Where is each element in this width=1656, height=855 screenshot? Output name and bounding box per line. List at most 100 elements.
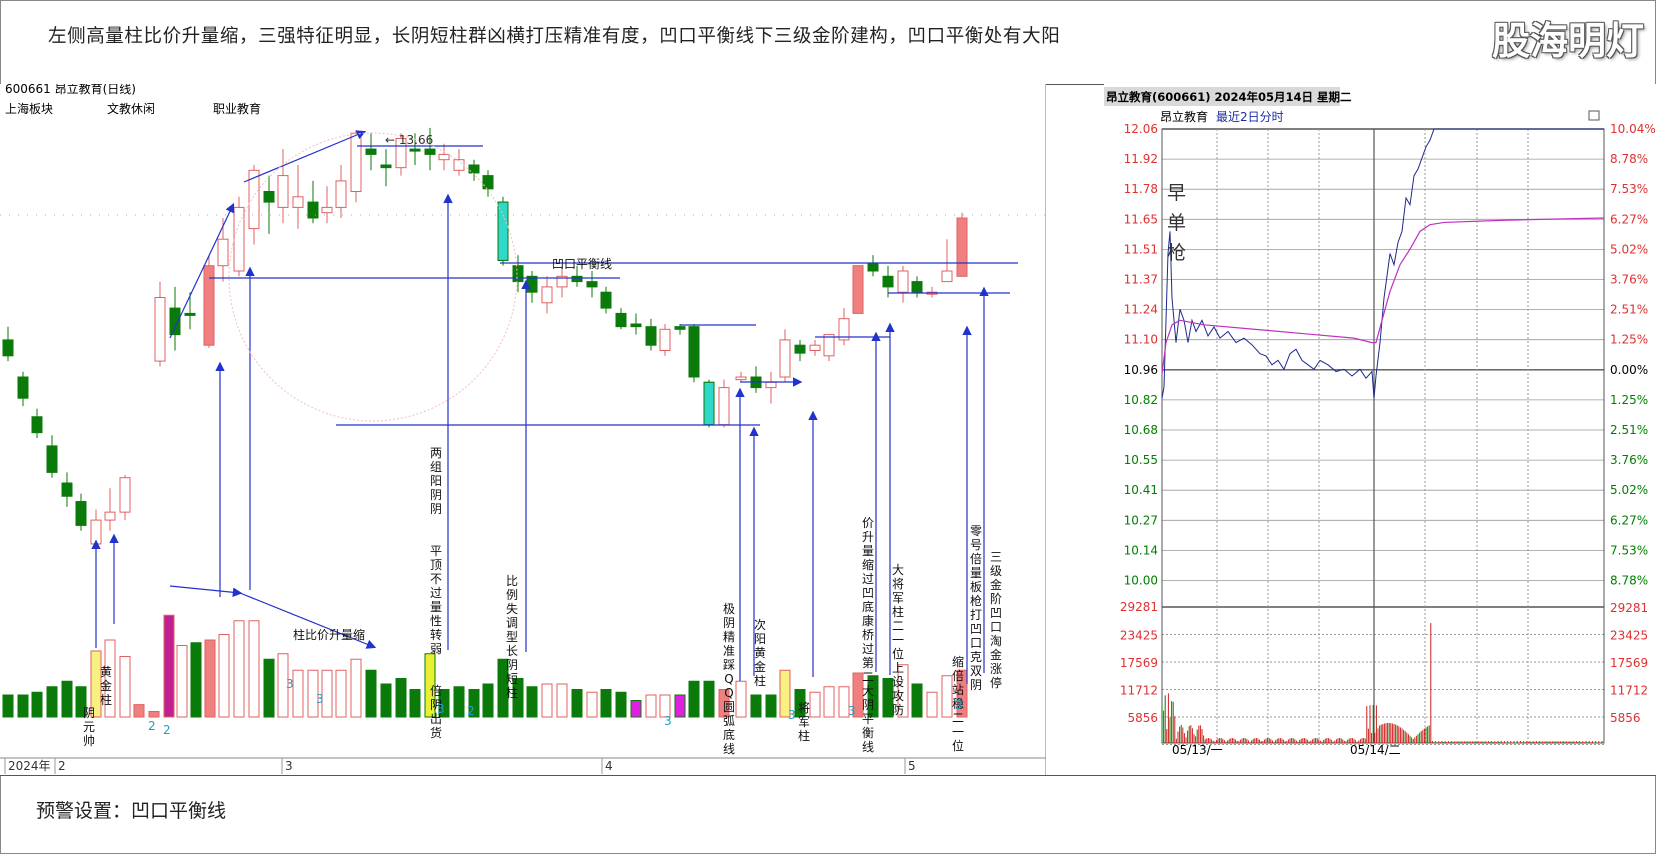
footer: 预警设置：凹口平衡线	[0, 775, 1656, 855]
intraday-pct-label: 1.25%	[1610, 393, 1648, 407]
annotation-da-jiang-char: 设	[892, 675, 904, 689]
intraday-price-label: 10.96	[1124, 363, 1158, 377]
candle-body	[263, 191, 275, 203]
annotation-jia-sheng-char: 缩	[862, 557, 874, 572]
intraday-pct-label: 3.76%	[1610, 273, 1648, 287]
candle-body	[409, 148, 421, 152]
annotation-ji-yin-char: 踩	[723, 658, 735, 672]
annotation-bi-li-char: 型	[506, 630, 518, 644]
volume-marker: 3	[955, 698, 963, 712]
volume-marker: 2	[467, 704, 475, 718]
annotation-da-jiang-char: 上	[892, 661, 904, 675]
candle-body	[61, 482, 73, 497]
candle-body	[765, 381, 777, 389]
intraday-pct-label: 7.53%	[1610, 543, 1648, 557]
candle-body	[630, 323, 642, 328]
annotation-huang-jin-char: 金	[100, 678, 112, 693]
intraday-vol-label-left: 11712	[1120, 684, 1158, 698]
annotation-da-jiang-char: 一	[892, 633, 904, 647]
candle-body	[882, 275, 894, 288]
volume-bar	[409, 689, 421, 718]
alert-setting-text: 预警设置：凹口平衡线	[36, 800, 227, 822]
annotation-liang-zu: 两组阳阴阴	[430, 446, 442, 516]
annotation-jia-sheng-char: 量	[862, 544, 874, 558]
annotation-ji-yin-char: 极	[723, 602, 735, 616]
date-label: 3	[285, 759, 293, 773]
annotation-suo-bei-char: 位	[952, 738, 964, 753]
candle-body	[512, 265, 524, 283]
annotation-san-ji-char: 金	[990, 647, 1002, 662]
annotation-jia-sheng-char: 二	[862, 670, 874, 684]
intraday-chart[interactable]: 昂立教育(600661) 2024年05月14日 星期二 昂立教育 最近2日分时…	[1104, 84, 1656, 775]
volume-bar	[809, 691, 821, 718]
intraday-vol-label-right: 5856	[1610, 711, 1641, 725]
candle-body	[794, 344, 806, 354]
intraday-price-label: 10.68	[1124, 423, 1158, 437]
volume-bar	[645, 694, 657, 718]
annotation-ling-hao-char: 号	[970, 538, 982, 552]
annotation-ji-yin-char: Q	[724, 686, 733, 700]
daily-kline-chart[interactable]: 600661 昂立教育(日线) 上海板块 文教休闲 职业教育 14.0013.5…	[0, 84, 1046, 775]
annotation-yin-yuan-shuai-char: 帅	[83, 734, 95, 748]
annotation-ling-hao-char: 枪	[970, 593, 982, 608]
annotation-san-ji-char: 三	[990, 550, 1002, 564]
annotation-ping-ding-char: 弱	[430, 642, 442, 656]
volume-bar	[571, 689, 583, 718]
candle-body	[852, 265, 864, 314]
annotation-san-ji-char: 口	[990, 620, 1002, 634]
annotation-bi-li-char: 阴	[506, 658, 518, 672]
candle-body	[956, 217, 968, 277]
highlight-candle	[497, 201, 509, 261]
intraday-pct-label: 10.04%	[1610, 122, 1656, 136]
date-label-1: 05/14/二	[1350, 743, 1401, 757]
annotation-suo-bei-char: 一	[952, 725, 964, 739]
candle-body	[688, 326, 700, 378]
intraday-price-label: 11.65	[1124, 212, 1158, 226]
annotation-huang-jin-char: 柱	[100, 692, 112, 707]
candle-body	[468, 164, 480, 174]
intraday-subtitle: 最近2日分时	[1216, 110, 1284, 124]
volume-bar	[133, 704, 145, 718]
sector-label-2: 职业教育	[213, 101, 261, 116]
candle-body	[482, 175, 494, 190]
candle-body	[674, 326, 686, 330]
candle-body	[350, 132, 362, 192]
volume-bar	[735, 680, 747, 718]
volume-bar	[526, 686, 538, 718]
annotation-da-jiang-char: 位	[892, 646, 904, 661]
intraday-price-label: 10.14	[1124, 543, 1158, 557]
volume-marker: 2	[148, 719, 156, 733]
volume-marker: 3	[664, 714, 672, 728]
annotation-ji-yin-char: Q	[724, 672, 733, 686]
intraday-pct-label: 6.27%	[1610, 212, 1648, 226]
volume-bar	[674, 694, 686, 718]
candle-body	[453, 159, 465, 171]
intraday-pct-label: 7.53%	[1610, 182, 1648, 196]
candle-body	[233, 206, 245, 272]
intraday-vol-label-right: 29281	[1610, 601, 1648, 615]
annotation-suo-bei-char: 二	[952, 711, 964, 725]
intraday-vol-label-right: 11712	[1610, 684, 1648, 698]
annotation-ping-ding-char: 过	[430, 586, 442, 600]
intraday-pct-label: 1.25%	[1610, 333, 1648, 347]
annotation-bi-li-char: 失	[506, 601, 518, 616]
highlight-candle	[703, 381, 715, 426]
candle-body	[307, 201, 319, 219]
intraday-vol-label-right: 23425	[1610, 629, 1648, 643]
annotation-jiang-jun-char: 军	[798, 715, 810, 729]
annotation-ci-yang-char: 金	[754, 659, 766, 674]
date-label: 2024年	[8, 759, 51, 773]
annotation-yin-yuan-shuai: 阴元帅	[83, 706, 95, 748]
intraday-pct-label: 3.76%	[1610, 453, 1648, 467]
brand-logo: 股海明灯	[1491, 19, 1644, 63]
volume-bar	[148, 711, 160, 718]
annotation-da-jiang-char: 将	[892, 577, 904, 591]
annotation-ci-yang-char: 阳	[754, 632, 766, 646]
candle-body	[526, 275, 538, 293]
annotation-da-jiang: 大将军柱二一位上设攻防	[892, 563, 904, 717]
candle-body	[2, 339, 14, 357]
annotation-jia-sheng-char: 阴	[862, 698, 874, 712]
intraday-pct-label: 5.02%	[1610, 242, 1648, 256]
volume-bar	[395, 678, 407, 718]
annotation-ji-yin-char: 精	[723, 630, 735, 644]
